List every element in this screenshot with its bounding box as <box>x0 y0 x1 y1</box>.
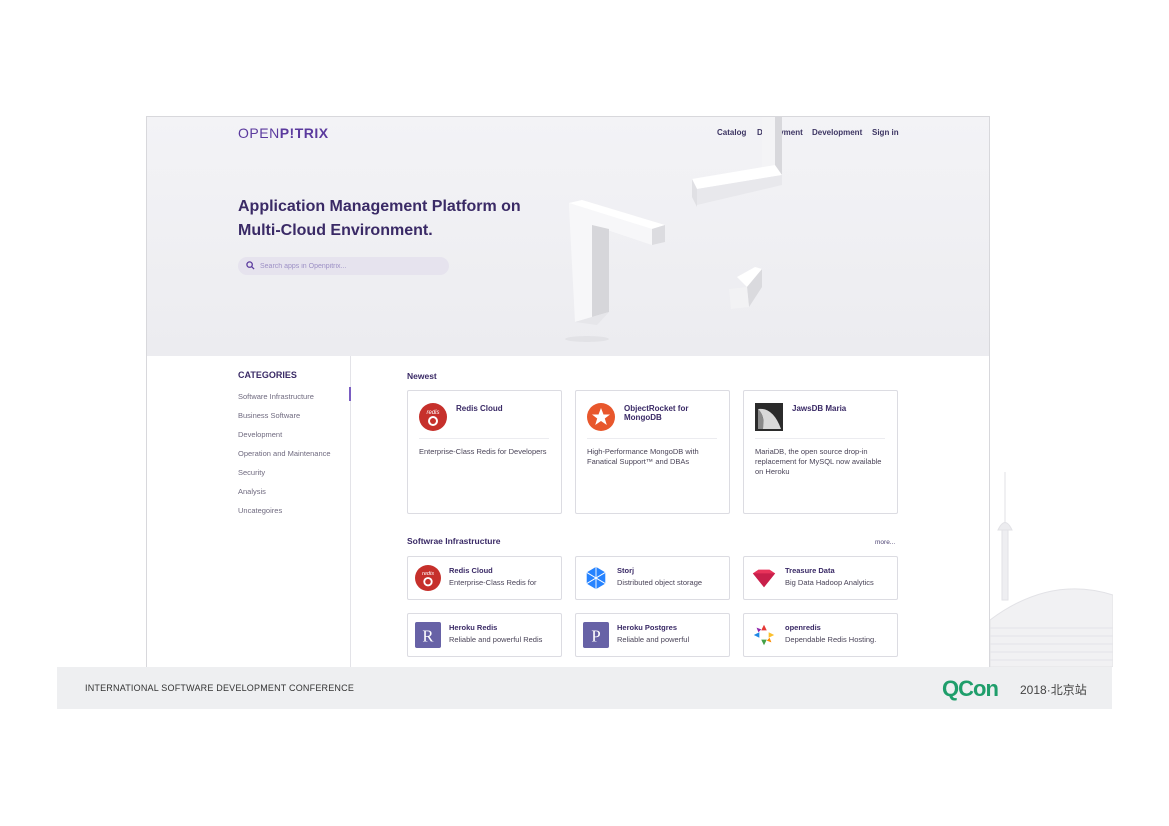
category-software-infrastructure[interactable]: Software Infrastructure <box>238 392 314 401</box>
more-link[interactable]: more... <box>875 539 895 546</box>
category-development[interactable]: Development <box>238 430 282 439</box>
storj-icon <box>586 566 606 590</box>
category-analysis[interactable]: Analysis <box>238 487 266 496</box>
openpitrix-logo[interactable]: OPENP!TRIX <box>238 125 329 141</box>
svg-text:R: R <box>422 627 434 646</box>
beijing-tower-decoration <box>989 472 1113 667</box>
treasure-data-icon <box>752 569 776 588</box>
card-divider <box>755 438 885 439</box>
qcon-edition: 2018·北京站 <box>1020 683 1087 697</box>
app-card-objectrocket[interactable]: ObjectRocket for MongoDB High-Performanc… <box>575 390 730 514</box>
app-name: ObjectRocket for MongoDB <box>624 404 689 422</box>
app-card-redis-cloud[interactable]: redis Redis Cloud Enterprise-Class Redis… <box>407 390 562 514</box>
category-business-software[interactable]: Business Software <box>238 411 300 420</box>
heroku-postgres-icon: P <box>583 622 609 648</box>
card-divider <box>587 438 717 439</box>
search-icon <box>246 261 255 270</box>
app-card-storj[interactable]: Storj Distributed object storage <box>575 556 730 600</box>
conference-name: INTERNATIONAL SOFTWARE DEVELOPMENT CONFE… <box>85 683 355 693</box>
objectrocket-icon <box>587 403 615 431</box>
category-uncategorized[interactable]: Uncategoires <box>238 506 282 515</box>
svg-text:P: P <box>591 627 600 646</box>
app-card-heroku-postgres[interactable]: P Heroku Postgres Reliable and powerful <box>575 613 730 657</box>
category-operation-maintenance[interactable]: Operation and Maintenance <box>238 449 331 458</box>
search-bar[interactable] <box>238 257 449 275</box>
app-description: MariaDB, the open source drop-in replace… <box>755 447 882 476</box>
app-name: Redis Cloud <box>456 404 503 413</box>
software-infrastructure-title: Softwrae Infrastructure <box>407 536 501 546</box>
conference-footer: INTERNATIONAL SOFTWARE DEVELOPMENT CONFE… <box>57 667 1112 709</box>
app-card-heroku-redis[interactable]: R Heroku Redis Reliable and powerful Red… <box>407 613 562 657</box>
app-description: Reliable and powerful <box>617 635 690 644</box>
qcon-logo: QCon <box>942 676 999 701</box>
app-description: Reliable and powerful Redis <box>449 635 543 644</box>
app-description: Big Data Hadoop Analytics <box>785 578 874 587</box>
app-card-redis-cloud-small[interactable]: redis Redis Cloud Enterprise-Class Redis… <box>407 556 562 600</box>
app-name: Heroku Postgres <box>617 623 678 632</box>
redis-cloud-icon: redis <box>419 403 447 431</box>
categories-sidebar: CATEGORIES Software Infrastructure Busin… <box>147 356 351 667</box>
nav-sign-in[interactable]: Sign in <box>872 128 899 137</box>
categories-title: CATEGORIES <box>238 370 297 380</box>
category-security[interactable]: Security <box>238 468 265 477</box>
app-description: High-Performance MongoDB with Fanatical … <box>587 447 699 466</box>
nav-development[interactable]: Development <box>812 128 862 137</box>
decorative-3d-shapes <box>565 117 782 342</box>
app-name: Storj <box>617 566 635 575</box>
heroku-redis-icon: R <box>415 622 441 648</box>
redis-cloud-icon: redis <box>415 565 441 591</box>
app-screenshot-frame: OPENP!TRIX Catalog Deployment Developmen… <box>146 116 990 667</box>
app-card-openredis[interactable]: openredis Dependable Redis Hosting. <box>743 613 898 657</box>
search-input[interactable] <box>260 257 440 275</box>
app-description: Enterprise-Class Redis for Developers <box>419 447 547 456</box>
app-card-treasure-data[interactable]: Treasure Data Big Data Hadoop Analytics <box>743 556 898 600</box>
app-name: Redis Cloud <box>449 566 493 575</box>
svg-text:redis: redis <box>422 571 434 577</box>
card-divider <box>419 438 549 439</box>
app-name: Treasure Data <box>785 566 835 575</box>
hero-title: Application Management Platform on Multi-… <box>238 198 521 239</box>
hero-banner: OPENP!TRIX Catalog Deployment Developmen… <box>147 117 989 356</box>
newest-title: Newest <box>407 371 437 381</box>
app-description: Enterprise-Class Redis for <box>449 578 537 587</box>
app-card-jawsdb-maria[interactable]: JawsDB Maria MariaDB, the open source dr… <box>743 390 898 514</box>
app-name: JawsDB Maria <box>792 404 847 413</box>
jawsdb-icon <box>755 403 783 431</box>
app-description: Distributed object storage <box>617 578 703 587</box>
openredis-icon <box>753 624 775 646</box>
active-category-indicator <box>349 387 351 401</box>
app-description: Dependable Redis Hosting. <box>785 635 877 644</box>
app-name: Heroku Redis <box>449 623 498 632</box>
app-name: openredis <box>785 623 821 632</box>
svg-text:redis: redis <box>426 410 439 416</box>
